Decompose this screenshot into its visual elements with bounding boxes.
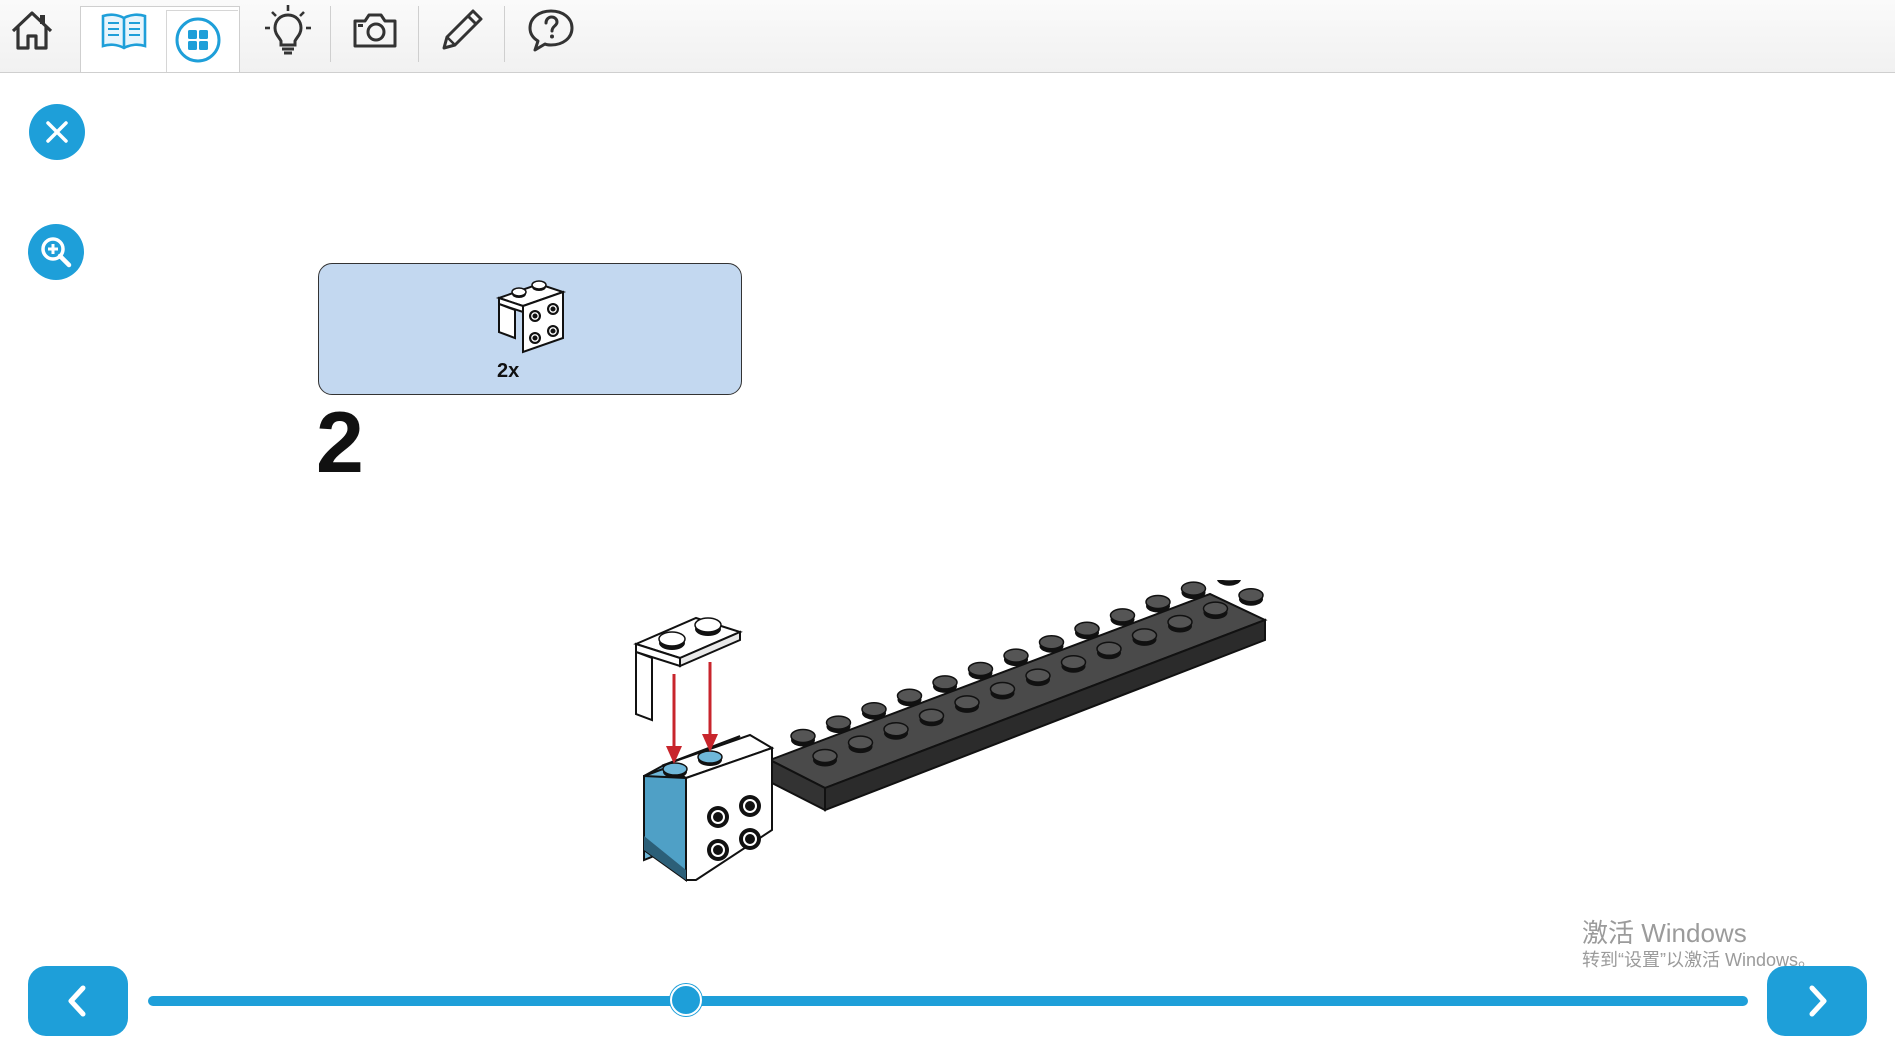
bracket-brick-part-image [495, 280, 567, 354]
next-step-button[interactable] [1767, 966, 1867, 1036]
parts-list-box: 2x [318, 263, 742, 395]
plate-stud [812, 748, 838, 764]
camera-button[interactable] [344, 0, 406, 60]
chevron-left-icon [68, 985, 86, 1017]
plate-stud [1145, 594, 1171, 610]
zoom-in-button[interactable] [28, 224, 84, 280]
plate-stud [1096, 641, 1122, 657]
plate-stud [1109, 608, 1136, 623]
plate-stud [883, 721, 909, 737]
edit-button[interactable] [432, 0, 492, 60]
pencil-icon [442, 9, 483, 50]
plate-stud [1038, 634, 1065, 650]
plate-stud [1180, 581, 1207, 596]
plate-stud [1025, 668, 1051, 683]
lightbulb-icon [265, 5, 311, 55]
plate-stud [1238, 587, 1264, 603]
grid-icon [175, 17, 221, 63]
plate-stud [918, 708, 945, 724]
chevron-right-icon [1809, 985, 1827, 1017]
home-icon [11, 11, 53, 50]
previous-step-button[interactable] [28, 966, 128, 1036]
camera-icon [353, 13, 397, 48]
top-toolbar [0, 0, 1895, 73]
plate-stud [967, 661, 994, 677]
plate-stud [790, 728, 816, 744]
plate-stud [1167, 614, 1193, 630]
step-slider-handle[interactable] [669, 984, 702, 1016]
plate-stud [861, 701, 887, 717]
plate-stud [1202, 601, 1229, 616]
plate-stud [1003, 648, 1029, 663]
plate-stud [932, 675, 958, 690]
plate-stud [1131, 628, 1158, 643]
ideas-button[interactable] [260, 0, 316, 60]
close-icon [46, 121, 68, 143]
zoom-in-icon [41, 237, 72, 268]
part-quantity: 2x [497, 360, 520, 382]
plate-stud [954, 695, 980, 710]
step-number: 2 [316, 395, 364, 491]
plate-stud [847, 735, 874, 750]
plate-stud [989, 681, 1016, 697]
close-button[interactable] [29, 104, 85, 160]
plate-stud [896, 688, 923, 704]
plate-stud [825, 715, 852, 730]
step-progress-slider[interactable] [148, 996, 1748, 1006]
plate-stud [1060, 654, 1087, 670]
book-icon [101, 13, 147, 50]
grid-button[interactable] [172, 14, 224, 66]
home-button[interactable] [2, 0, 62, 60]
placement-arrows [666, 662, 718, 764]
help-bubble-icon [528, 9, 574, 52]
book-button[interactable] [96, 0, 152, 60]
windows-activation-title: 激活 Windows [1582, 918, 1747, 948]
build-step-illustration [633, 580, 1268, 882]
plate-stud [1074, 621, 1100, 637]
help-button[interactable] [518, 0, 584, 60]
